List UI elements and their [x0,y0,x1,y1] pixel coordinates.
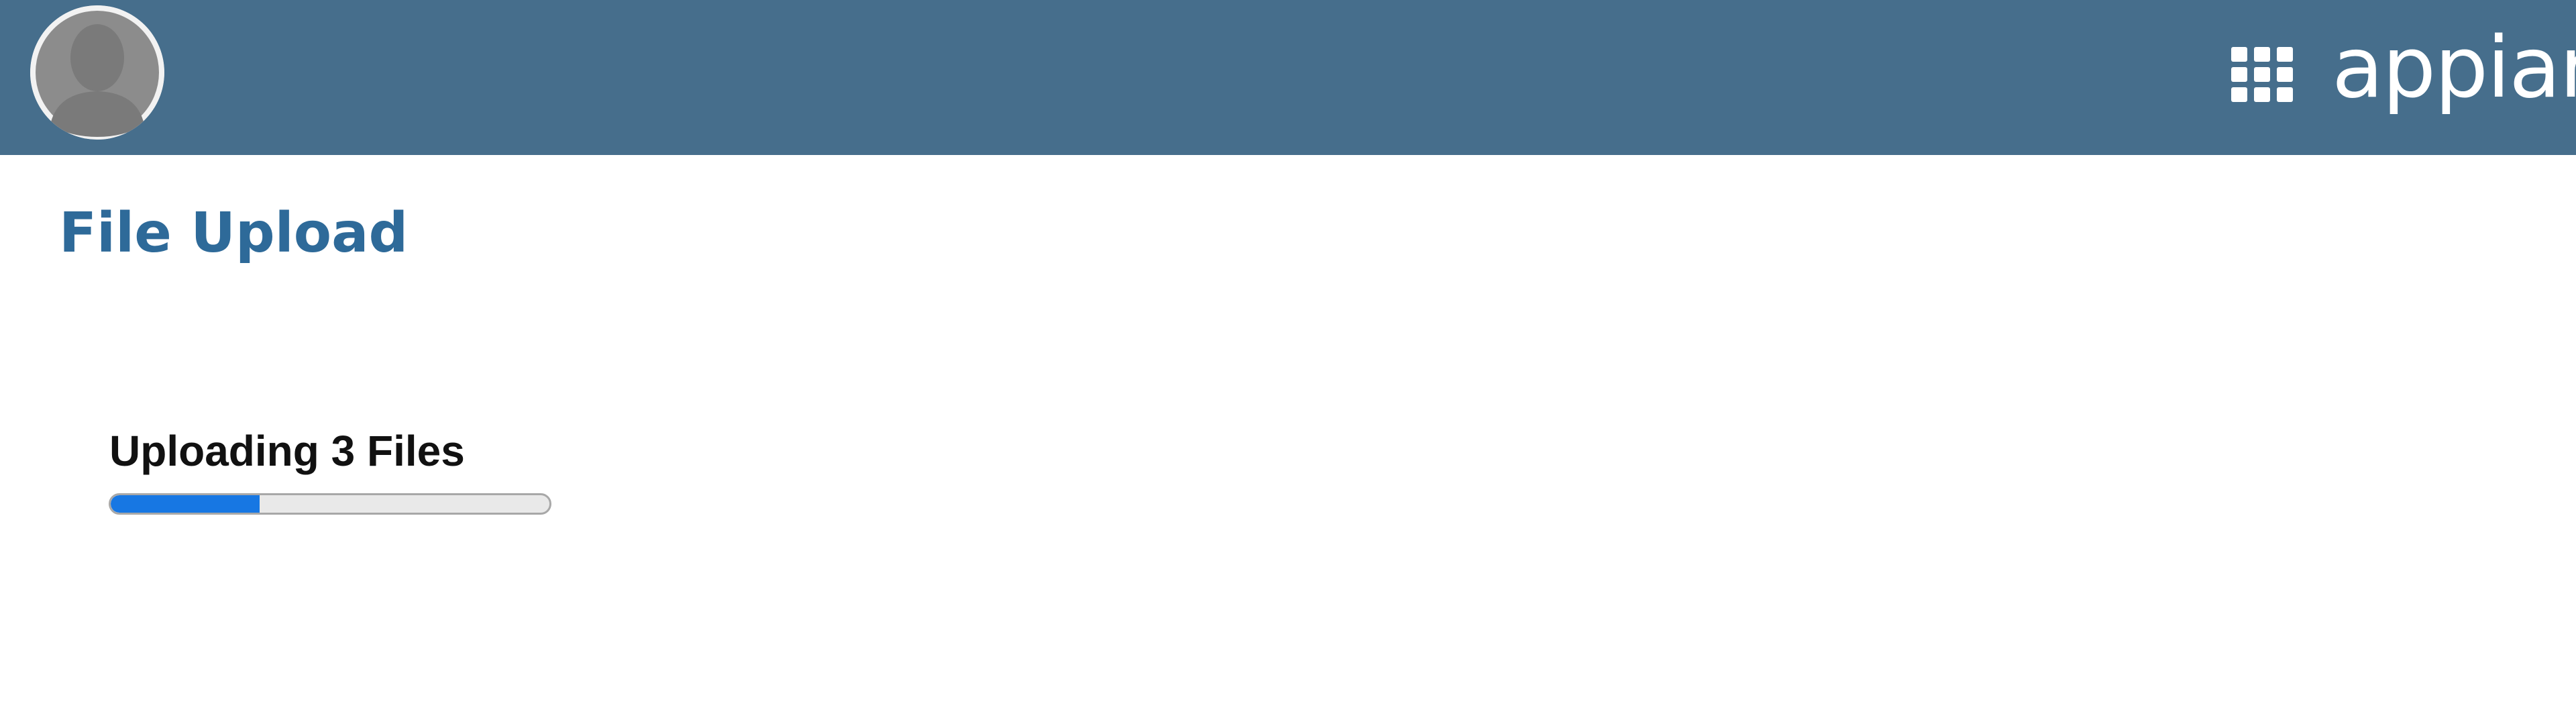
upload-progress-fill [111,495,260,513]
upload-status-label: Uploading 3 Files [109,427,465,475]
top-header-bar: appian [0,0,2576,155]
upload-progress-bar [109,493,551,515]
user-avatar-icon[interactable] [30,5,164,140]
page-title: File Upload [59,201,409,265]
grid-apps-icon[interactable] [2231,47,2293,102]
person-silhouette-icon [30,5,164,140]
appian-logo[interactable]: appian [2332,25,2576,110]
